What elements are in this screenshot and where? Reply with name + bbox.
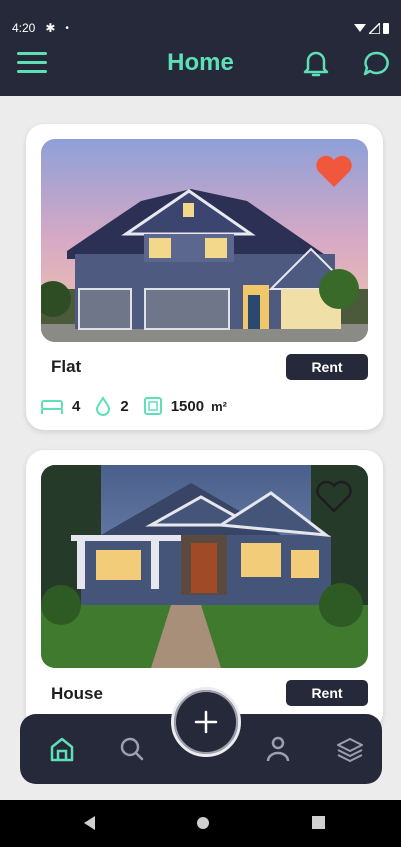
page-title: Home	[167, 49, 234, 76]
search-icon[interactable]	[117, 734, 147, 764]
bathrooms-count: 2	[120, 397, 129, 415]
layers-icon[interactable]	[335, 734, 365, 764]
home-system-icon[interactable]	[196, 816, 210, 830]
status-time: 4:20	[12, 21, 36, 35]
profile-icon[interactable]	[263, 734, 293, 764]
add-icon	[194, 710, 218, 734]
bell-icon[interactable]	[302, 48, 330, 78]
battery-icon	[383, 22, 389, 34]
listing-features: 4 2 1500 m²	[40, 394, 241, 418]
listing-title: House	[51, 684, 103, 703]
signal-icon	[369, 22, 380, 34]
area-unit: m²	[211, 398, 227, 414]
status-bar: 4:20 ✱ •	[12, 20, 389, 36]
recents-icon[interactable]	[312, 816, 325, 829]
favorite-heart-icon[interactable]	[314, 153, 354, 189]
settings-status-icon: ✱	[45, 21, 56, 35]
listing-title: Flat	[51, 357, 82, 376]
notification-dot-icon: •	[65, 22, 69, 34]
rent-button[interactable]: Rent	[286, 354, 368, 380]
wifi-icon	[354, 24, 366, 32]
add-button[interactable]	[171, 687, 241, 757]
system-nav-bar	[0, 800, 401, 847]
status-icons	[354, 22, 389, 34]
top-bar: 4:20 ✱ • Home	[0, 0, 401, 96]
app-header: Home	[0, 44, 401, 84]
back-icon[interactable]	[84, 816, 96, 830]
home-icon[interactable]	[47, 734, 77, 764]
area-icon	[143, 397, 162, 415]
bedrooms-feature: 4	[40, 397, 80, 415]
area-feature: 1500 m²	[143, 396, 227, 416]
water-drop-icon	[96, 396, 111, 416]
chat-icon[interactable]	[361, 49, 391, 79]
listing-card[interactable]: Flat Rent 4 2 1500 m²	[26, 124, 383, 430]
rent-button[interactable]: Rent	[286, 680, 368, 706]
area-value: 1500	[170, 397, 205, 415]
bed-icon	[41, 400, 63, 414]
property-photo	[41, 465, 368, 668]
bathrooms-feature: 2	[94, 396, 129, 416]
property-photo	[41, 139, 368, 342]
bedrooms-count: 4	[72, 397, 81, 415]
favorite-heart-icon[interactable]	[314, 479, 354, 515]
